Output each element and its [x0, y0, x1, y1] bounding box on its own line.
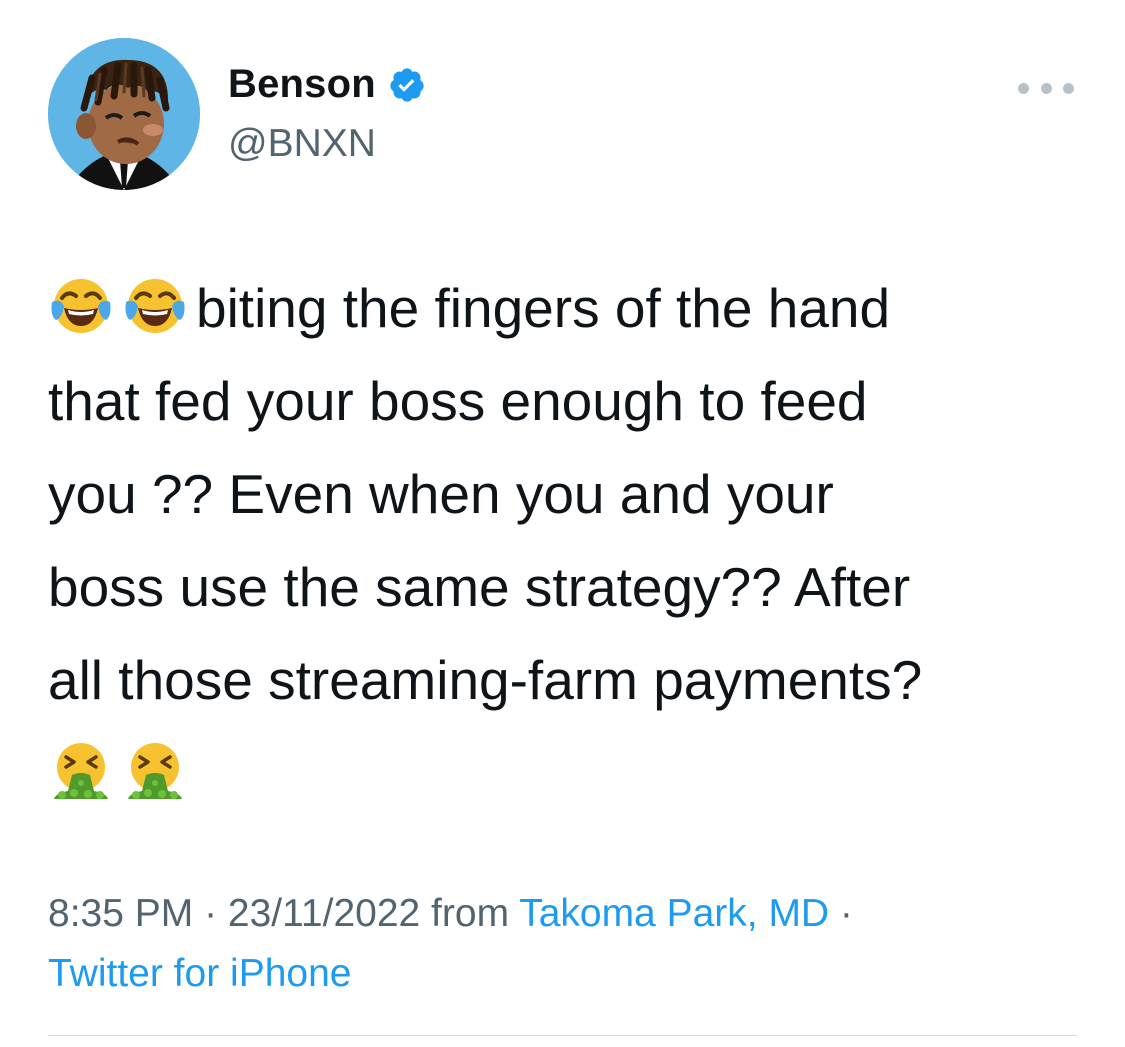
more-dot — [1018, 82, 1029, 94]
meta-row: 8:35 PM · 23/11/2022 from Takoma Park, M… — [48, 884, 1088, 944]
face-with-tears-of-joy-icon — [48, 272, 114, 338]
meta-separator: · — [193, 892, 228, 935]
more-dot — [1063, 82, 1074, 94]
avatar[interactable] — [48, 38, 200, 190]
more-options-icon[interactable] — [1018, 76, 1074, 100]
verified-badge-icon — [388, 66, 426, 104]
author-handle[interactable]: @BNXN — [228, 122, 376, 166]
tweet-line: that fed your boss enough to feed — [48, 370, 868, 432]
tweet-line-text: biting the fingers of the hand — [196, 277, 891, 339]
location-link[interactable]: Takoma Park, MD — [519, 892, 829, 935]
tweet-meta: 8:35 PM · 23/11/2022 from Takoma Park, M… — [48, 884, 1088, 1004]
tweet-time[interactable]: 8:35 PM — [48, 892, 193, 935]
tweet-line: you ?? Even when you and your — [48, 463, 834, 525]
face-vomiting-icon — [122, 737, 188, 803]
more-dot — [1040, 82, 1052, 94]
divider — [48, 1035, 1077, 1036]
face-with-tears-of-joy-icon — [122, 272, 188, 338]
tweet-line — [48, 727, 1088, 820]
author-name-row[interactable]: Benson — [228, 62, 426, 107]
tweet-date[interactable]: 23/11/2022 — [228, 892, 420, 935]
meta-separator: · — [829, 892, 853, 935]
face-vomiting-icon — [48, 737, 114, 803]
tweet-line: boss use the same strategy?? After — [48, 556, 911, 618]
display-name[interactable]: Benson — [228, 62, 376, 107]
meta-row: Twitter for iPhone — [48, 944, 1088, 1004]
tweet-line: all those streaming-farm payments? — [48, 649, 923, 711]
tweet-text: biting the fingers of the hand that fed … — [48, 262, 1088, 820]
from-label: from — [420, 892, 520, 935]
source-link[interactable]: Twitter for iPhone — [48, 952, 351, 995]
tweet-line: biting the fingers of the hand — [48, 262, 1088, 355]
